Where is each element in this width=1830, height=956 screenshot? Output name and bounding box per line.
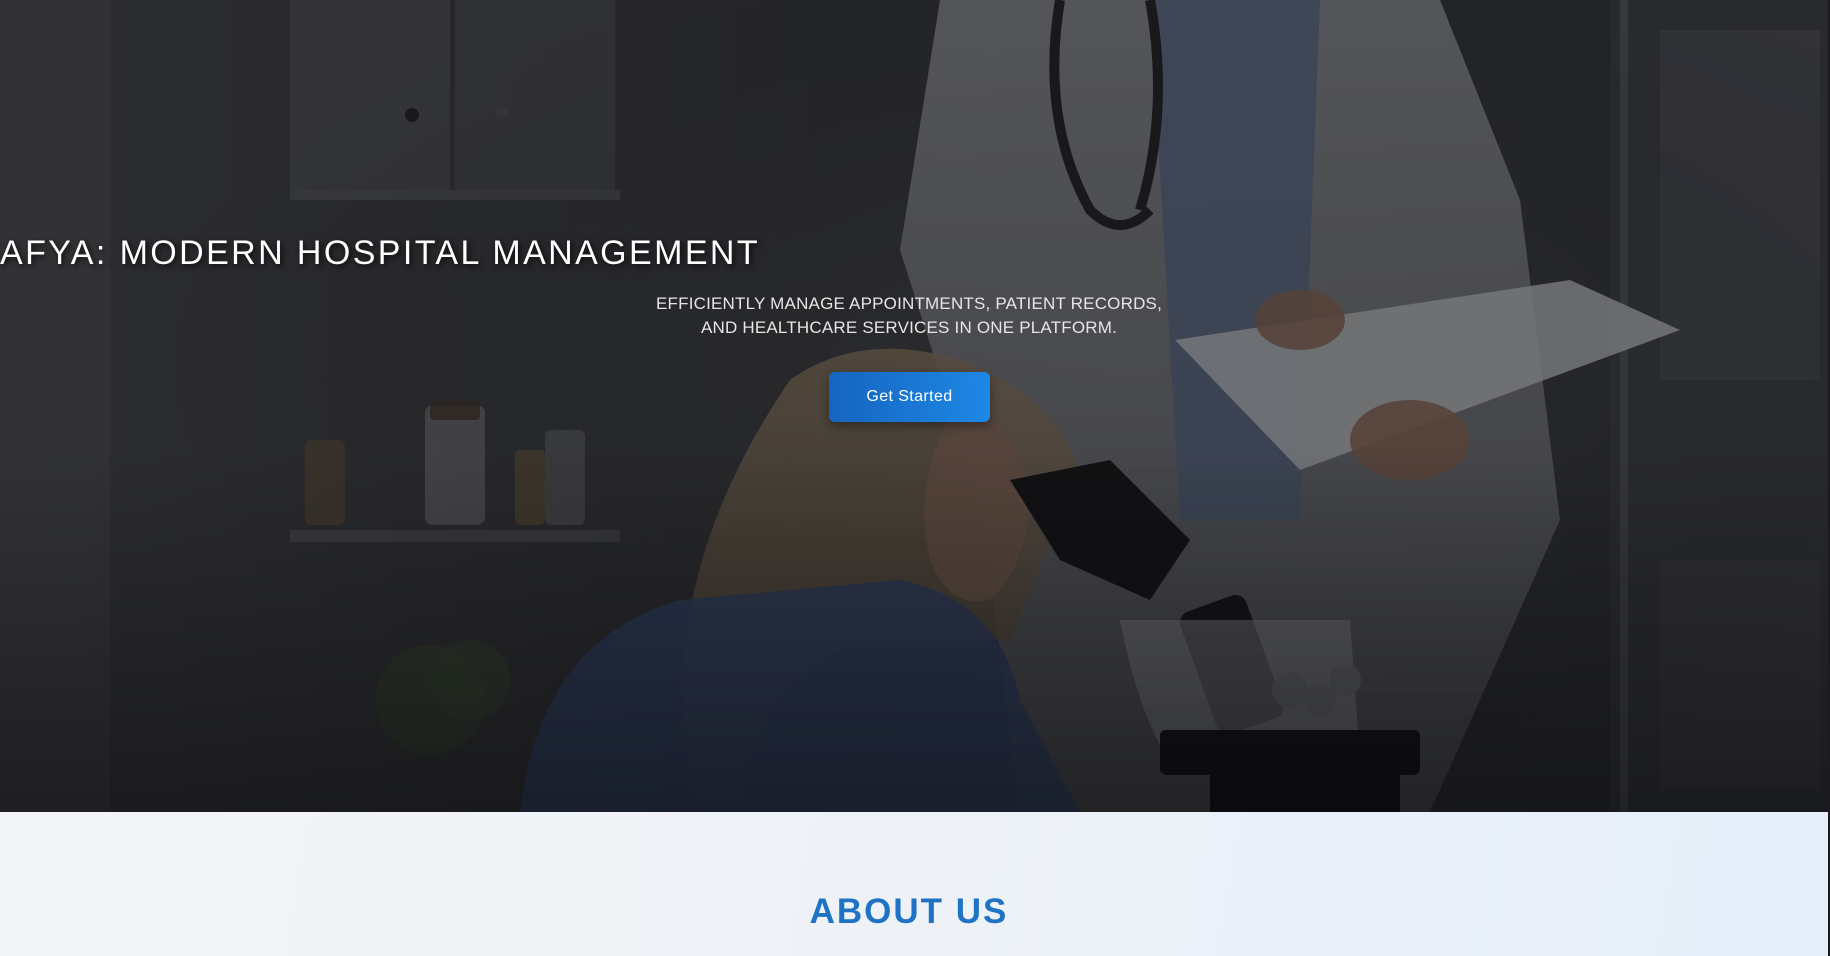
landing-page: AFYA: MODERN HOSPITAL MANAGEMENT EFFICIE…: [0, 0, 1830, 956]
hero-subtitle: EFFICIENTLY MANAGE APPOINTMENTS, PATIENT…: [655, 294, 1163, 337]
hero-title: AFYA: MODERN HOSPITAL MANAGEMENT: [0, 234, 761, 272]
hero-section: AFYA: MODERN HOSPITAL MANAGEMENT EFFICIE…: [0, 0, 1828, 812]
about-title: ABOUT US: [809, 892, 1009, 931]
get-started-button[interactable]: Get Started: [829, 372, 990, 422]
about-section: ABOUT US: [0, 812, 1828, 956]
